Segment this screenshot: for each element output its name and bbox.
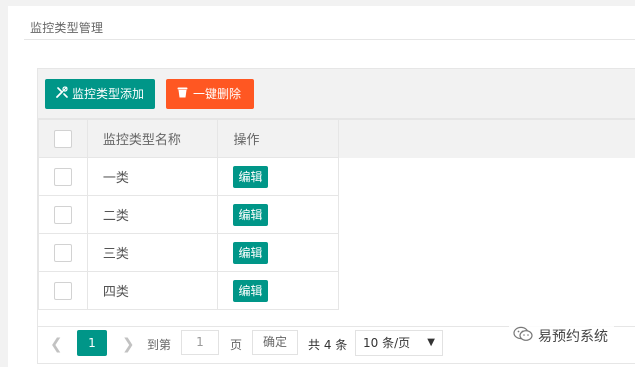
- type-name-cell: 二类: [86, 195, 219, 234]
- row-checkbox-cell: [38, 233, 88, 272]
- operation-cell: 编辑: [217, 233, 340, 272]
- header-name: 监控类型名称: [86, 119, 219, 158]
- operation-cell: 编辑: [217, 271, 340, 310]
- row-checkbox-cell: [38, 271, 88, 310]
- edit-button[interactable]: 编辑: [233, 279, 268, 302]
- data-table-container: 监控类型添加 一键删除 监控类型名称 操作 一类 编辑 二类 编辑 三类 编辑 …: [37, 68, 635, 364]
- header-operation: 操作: [217, 119, 340, 158]
- wechat-icon: [513, 326, 533, 346]
- add-monitor-type-button[interactable]: 监控类型添加: [45, 79, 155, 109]
- operation-cell: 编辑: [217, 157, 340, 196]
- title-divider: [24, 39, 635, 40]
- watermark: 易预约系统: [509, 326, 614, 350]
- delete-all-button-label: 一键删除: [193, 87, 242, 101]
- prev-page-icon[interactable]: ❮: [50, 335, 63, 353]
- watermark-text: 易预约系统: [538, 329, 608, 345]
- page-size-select[interactable]: 10 条/页 ▼: [355, 330, 443, 356]
- page-size-value: 10 条/页: [363, 336, 411, 350]
- table-row: 四类 编辑: [38, 271, 635, 310]
- filler-cell: [338, 271, 635, 310]
- add-button-label: 监控类型添加: [72, 87, 145, 101]
- next-page-icon[interactable]: ❯: [122, 335, 135, 353]
- row-checkbox-cell: [38, 195, 88, 234]
- tools-icon: [55, 79, 68, 109]
- page: 监控类型管理 监控类型添加 一键删除 监控类型名称 操作 一类 编辑 二类 编辑…: [0, 0, 635, 367]
- table-row: 二类 编辑: [38, 195, 635, 234]
- row-checkbox[interactable]: [53, 167, 72, 186]
- select-all-checkbox[interactable]: [53, 129, 72, 148]
- type-name-cell: 三类: [86, 233, 219, 272]
- header-checkbox-cell: [38, 119, 88, 158]
- goto-page-input[interactable]: 1: [181, 330, 219, 355]
- table-header-row: 监控类型名称 操作: [38, 119, 635, 158]
- page-number-current[interactable]: 1: [77, 330, 107, 356]
- edit-button[interactable]: 编辑: [233, 203, 268, 226]
- delete-all-button[interactable]: 一键删除: [166, 79, 254, 109]
- edit-button[interactable]: 编辑: [233, 241, 268, 264]
- trash-icon: [176, 79, 189, 109]
- table-row: 三类 编辑: [38, 233, 635, 272]
- table-toolbar: 监控类型添加 一键删除: [38, 69, 635, 119]
- row-checkbox[interactable]: [53, 281, 72, 300]
- total-count: 共 4 条: [308, 338, 348, 352]
- table-row: 一类 编辑: [38, 157, 635, 196]
- header-filler: [338, 119, 635, 158]
- monitor-type-table: 监控类型名称 操作 一类 编辑 二类 编辑 三类 编辑 四类 编辑: [38, 119, 635, 310]
- row-checkbox[interactable]: [53, 205, 72, 224]
- row-checkbox-cell: [38, 157, 88, 196]
- filler-cell: [338, 233, 635, 272]
- type-name-cell: 一类: [86, 157, 219, 196]
- content-card: 监控类型管理 监控类型添加 一键删除 监控类型名称 操作 一类 编辑 二类 编辑…: [8, 6, 635, 367]
- operation-cell: 编辑: [217, 195, 340, 234]
- type-name-cell: 四类: [86, 271, 219, 310]
- page-unit-label: 页: [230, 338, 243, 352]
- row-checkbox[interactable]: [53, 243, 72, 262]
- goto-label: 到第: [147, 338, 172, 352]
- filler-cell: [338, 157, 635, 196]
- chevron-down-icon: ▼: [427, 337, 435, 348]
- goto-confirm-button[interactable]: 确定: [252, 330, 298, 355]
- filler-cell: [338, 195, 635, 234]
- page-title: 监控类型管理: [30, 21, 104, 35]
- edit-button[interactable]: 编辑: [233, 165, 268, 188]
